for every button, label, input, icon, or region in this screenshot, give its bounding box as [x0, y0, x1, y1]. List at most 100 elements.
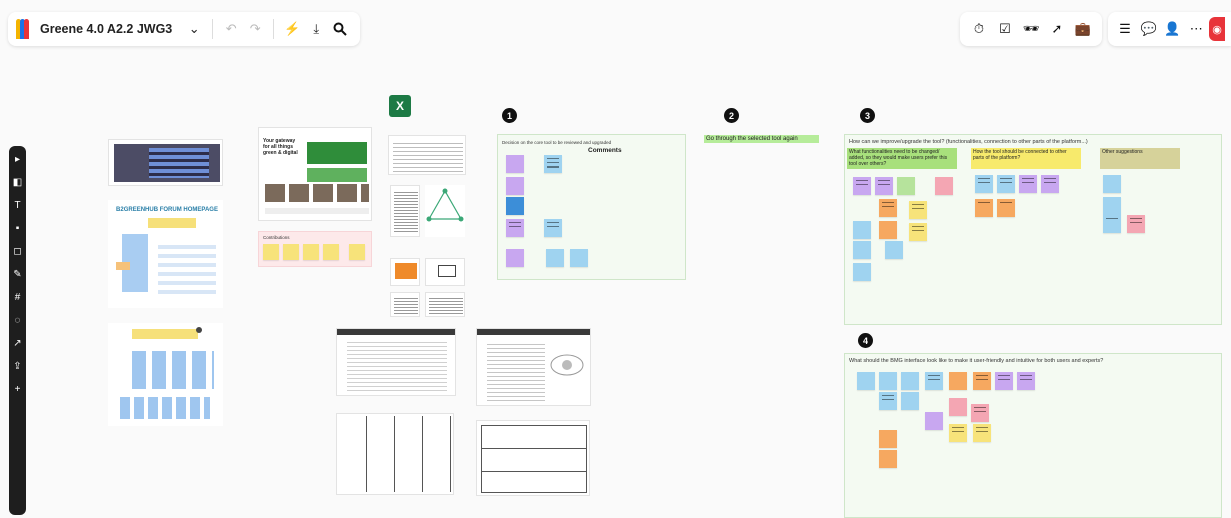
- cursor-icon[interactable]: ▸: [15, 154, 20, 166]
- sticky-note[interactable]: [949, 424, 967, 442]
- template-icon[interactable]: ◧: [13, 177, 22, 189]
- sticky-note[interactable]: [909, 201, 927, 219]
- sticky-note[interactable]: [857, 372, 875, 390]
- user-icon[interactable]: 👤: [1162, 18, 1184, 40]
- sticky-note[interactable]: [975, 175, 993, 193]
- sticky-note[interactable]: [901, 372, 919, 390]
- step-2-label[interactable]: Go through the selected tool again: [704, 135, 819, 143]
- sticky-note[interactable]: [853, 263, 871, 281]
- sticky-note[interactable]: [546, 249, 564, 267]
- sticky-note[interactable]: [853, 241, 871, 259]
- incognito-icon[interactable]: 🕶: [1020, 18, 1042, 40]
- redo-icon[interactable]: ↷: [243, 17, 267, 41]
- step-3-frame[interactable]: How can we improve/upgrade the tool? (fu…: [844, 134, 1222, 325]
- document-page-2[interactable]: [390, 292, 420, 317]
- sticky-note[interactable]: [949, 398, 967, 416]
- layout-icon[interactable]: ☰: [1114, 18, 1136, 40]
- timer-icon[interactable]: ⏱: [968, 18, 990, 40]
- search-icon[interactable]: [328, 17, 352, 41]
- sticky-note[interactable]: [879, 199, 897, 217]
- upload-icon[interactable]: ⇪: [13, 361, 21, 373]
- sticky-note[interactable]: [975, 199, 993, 217]
- sticky-note[interactable]: [1103, 215, 1121, 233]
- sticky-note[interactable]: [879, 430, 897, 448]
- sticky-note[interactable]: [879, 392, 897, 410]
- download-icon[interactable]: ⤓: [304, 17, 328, 41]
- sticky-note[interactable]: [879, 221, 897, 239]
- sticky-note[interactable]: [853, 221, 871, 239]
- sticky-note[interactable]: [925, 412, 943, 430]
- document-page-3[interactable]: [425, 292, 465, 317]
- sticky-note[interactable]: [1103, 175, 1121, 193]
- document-page[interactable]: [390, 185, 420, 237]
- pen-icon[interactable]: ✎: [13, 269, 21, 281]
- sticky-note[interactable]: [349, 244, 365, 260]
- canvas-template-2[interactable]: [476, 420, 590, 496]
- lightning-icon[interactable]: ⚡: [280, 17, 304, 41]
- sticky-note[interactable]: [925, 372, 943, 390]
- sticky-note[interactable]: [909, 223, 927, 241]
- article-screenshot[interactable]: [476, 328, 591, 406]
- orange-slide[interactable]: [390, 258, 420, 286]
- canvas-template-1[interactable]: [336, 413, 454, 495]
- sticky-note[interactable]: [897, 177, 915, 195]
- sticky-note[interactable]: [997, 199, 1015, 217]
- sticky-note[interactable]: [303, 244, 319, 260]
- flowchart-mockup[interactable]: [108, 323, 223, 426]
- sticky-note[interactable]: [901, 392, 919, 410]
- sticky-note[interactable]: [879, 450, 897, 468]
- board-title[interactable]: Greene 4.0 A2.2 JWG3: [40, 22, 172, 36]
- sticky-note[interactable]: [997, 175, 1015, 193]
- sticky-note[interactable]: [283, 244, 299, 260]
- sticky-note[interactable]: [1127, 215, 1145, 233]
- contributions-frame[interactable]: Contributions: [258, 231, 372, 267]
- sticky-note[interactable]: [1019, 175, 1037, 193]
- shape-icon[interactable]: ◻: [13, 246, 21, 258]
- tool-table-document[interactable]: [388, 135, 466, 175]
- sticky-note[interactable]: [973, 424, 991, 442]
- sticky-note[interactable]: [544, 155, 562, 173]
- website-screenshot[interactable]: Your gateway for all things green & digi…: [258, 127, 372, 221]
- sticky-note[interactable]: [570, 249, 588, 267]
- spreadsheet-screenshot[interactable]: [336, 328, 456, 396]
- more-icon[interactable]: ⋯: [1185, 18, 1207, 40]
- sticky-note[interactable]: [973, 372, 991, 390]
- frame-icon[interactable]: #: [15, 292, 21, 304]
- sticky-note[interactable]: [506, 177, 524, 195]
- sticky-note[interactable]: [263, 244, 279, 260]
- sticky-note[interactable]: [885, 241, 903, 259]
- sticky-note[interactable]: [875, 177, 893, 195]
- sticky-note[interactable]: [995, 372, 1013, 390]
- step-4-frame[interactable]: What should the BMG interface look like …: [844, 353, 1222, 518]
- sticky-note[interactable]: [853, 177, 871, 195]
- comment-tool-icon[interactable]: ◌: [15, 315, 21, 327]
- sticky-note[interactable]: [323, 244, 339, 260]
- more-tools-icon[interactable]: +: [15, 384, 21, 396]
- cursor-sparkle-icon[interactable]: ➚: [1046, 18, 1068, 40]
- forum-homepage-mockup[interactable]: B2GREENHUB FORUM HOMEPAGE: [108, 200, 223, 308]
- sticky-note[interactable]: [879, 372, 897, 390]
- sticky-note[interactable]: [506, 155, 524, 173]
- share-button[interactable]: ◉: [1209, 17, 1225, 41]
- app-logo[interactable]: [16, 19, 30, 39]
- laptop-slide[interactable]: [425, 258, 465, 286]
- triangle-diagram[interactable]: [425, 185, 465, 237]
- sticky-note[interactable]: [506, 249, 524, 267]
- comment-icon[interactable]: 💬: [1138, 18, 1160, 40]
- sticky-note[interactable]: [1017, 372, 1035, 390]
- step-1-frame[interactable]: Decision on the core tool to be reviewed…: [497, 134, 686, 280]
- undo-icon[interactable]: ↶: [219, 17, 243, 41]
- sticky-note[interactable]: [506, 219, 524, 237]
- connector-icon[interactable]: ↗: [13, 338, 21, 350]
- sticky-note-icon[interactable]: ▪: [16, 223, 20, 235]
- sticky-note[interactable]: [1041, 175, 1059, 193]
- excel-file-icon[interactable]: X: [389, 95, 411, 117]
- vote-icon[interactable]: ☑: [994, 18, 1016, 40]
- sticky-note[interactable]: [1103, 197, 1121, 215]
- sticky-note[interactable]: [506, 197, 524, 215]
- chevron-down-icon[interactable]: ⌄: [182, 17, 206, 41]
- briefcase-icon[interactable]: 💼: [1072, 18, 1094, 40]
- sticky-note[interactable]: [935, 177, 953, 195]
- sticky-note[interactable]: [971, 404, 989, 422]
- sticky-note[interactable]: [949, 372, 967, 390]
